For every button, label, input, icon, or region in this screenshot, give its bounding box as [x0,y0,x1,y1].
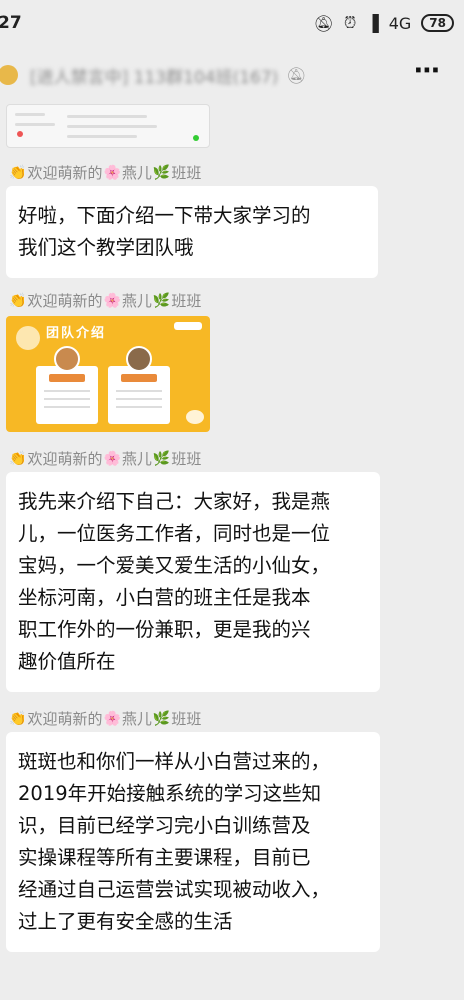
mute-icon: 🔕︎ [286,65,307,85]
leaf-icon: 🌿 [152,710,171,727]
clap-icon: 👏 [9,292,27,309]
battery-level: 78 [429,16,446,30]
leaf-icon: 🌿 [152,292,171,309]
team-member-avatar [126,346,152,372]
status-icons: 🔕︎ ⏰︎ ▐ 4G 78 [314,13,454,33]
clap-icon: 👏 [9,164,27,181]
do-not-disturb-icon: 🔕︎ [313,13,334,33]
more-options-button[interactable]: ⋯ [414,56,442,86]
flower-icon: 🌸 [103,164,121,181]
battery-icon: 78 [421,14,454,32]
leaf-icon: 🌿 [152,450,171,467]
message-text: 好啦，下面介绍一下带大家学习的 我们这个教学团队哦 [18,204,311,259]
clap-icon: 👏 [9,450,27,467]
team-intro-image[interactable]: 团队介绍 [6,316,210,432]
alarm-icon: ⏰︎ [343,13,357,32]
sender-label: 👏 欢迎萌新的 🌸 燕儿 🌿 班班 [9,450,202,468]
sender-label: 👏 欢迎萌新的 🌸 燕儿 🌿 班班 [9,164,202,182]
team-member-avatar [54,346,80,372]
message-text: 斑斑也和你们一样从小白营过来的， 2019年开始接触系统的学习这些知 识，目前已… [18,750,331,933]
flower-icon: 🌸 [103,450,121,467]
group-avatar [0,65,18,85]
team-image-title: 团队介绍 [46,326,107,341]
network-label: 4G [388,13,412,33]
sender-label: 👏 欢迎萌新的 🌸 燕儿 🌿 班班 [9,710,202,728]
status-bar: 27 🔕︎ ⏰︎ ▐ 4G 78 [0,0,464,46]
clap-icon: 👏 [9,710,27,727]
chat-title: [进人禁言中] 113群104班(167) [30,67,279,88]
signal-icon: ▐ [366,13,379,33]
message-bubble[interactable]: 斑斑也和你们一样从小白营过来的， 2019年开始接触系统的学习这些知 识，目前已… [6,732,380,952]
flower-icon: 🌸 [103,710,121,727]
message-bubble[interactable]: 好啦，下面介绍一下带大家学习的 我们这个教学团队哦 [6,186,378,278]
message-bubble[interactable]: 我先来介绍下自己：大家好，我是燕 儿，一位医务工作者，同时也是一位 宝妈，一个爱… [6,472,380,692]
leaf-icon: 🌿 [152,164,171,181]
status-time: 27 [0,13,22,33]
screenshot-image[interactable] [6,104,210,148]
chat-header: [进人禁言中] 113群104班(167) 🔕︎ ⋯ [0,50,464,100]
flower-icon: 🌸 [103,292,121,309]
message-text: 我先来介绍下自己：大家好，我是燕 儿，一位医务工作者，同时也是一位 宝妈，一个爱… [18,490,331,673]
sender-label: 👏 欢迎萌新的 🌸 燕儿 🌿 班班 [9,292,202,310]
